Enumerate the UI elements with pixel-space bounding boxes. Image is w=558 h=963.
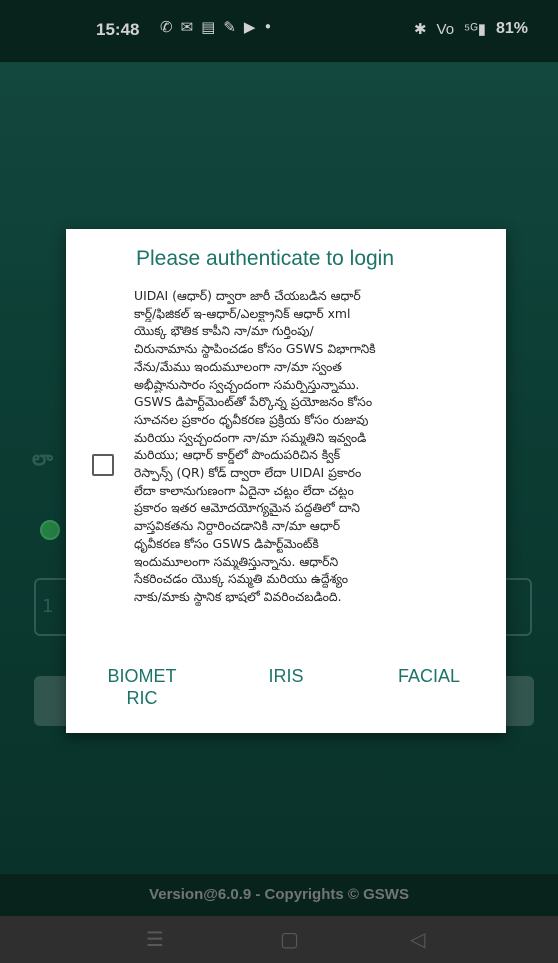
consent-checkbox[interactable] <box>92 454 114 476</box>
consent-line: సేకరించడం యొక్క సమ్మతి మరియు ఉద్దేశ్యం <box>134 571 349 587</box>
consent-line: లేదా కాలానుగుణంగా ఏదైనా చట్టం లేదా చట్టం <box>134 482 354 498</box>
consent-line: ఇందుమూలంగా సమ్మతిస్తున్నాను. ఆధార్‌ని <box>134 553 339 569</box>
biometric-button[interactable]: BIOMET RIC <box>102 665 182 709</box>
dialog-actions: BIOMET RIC IRIS FACIAL <box>66 659 506 719</box>
consent-line: అభీష్టానుసారం స్వచ్ఛందంగా సమర్పిస్తున్నా… <box>134 376 360 392</box>
consent-line: చిరునామాను స్థాపించడం కోసం GSWS విభాగాని… <box>134 341 376 357</box>
consent-line: రెస్పాన్స్ (QR) కోడ్ ద్వారా లేదా UIDAI ప… <box>134 465 362 481</box>
consent-line: UIDAI (ఆధార్) ద్వారా జారీ చేయబడిన ఆధార్ <box>134 288 361 303</box>
authentication-dialog: Please authenticate to login UIDAI (ఆధార… <box>66 229 506 733</box>
consent-line: మరియు స్వచ్ఛందంగా నా/మా సమ్మతిని ఇవ్వండి <box>134 429 367 445</box>
biometric-button-label-line1: BIOMET <box>107 666 177 686</box>
consent-line: GSWS డిపార్ట్‌మెంట్‌తో పేర్కొన్న ప్రయోజన… <box>134 394 373 410</box>
iris-button[interactable]: IRIS <box>256 665 316 687</box>
dialog-title: Please authenticate to login <box>136 247 395 270</box>
consent-line: నేను/మేము ఇందుమూలంగా నా/మా స్వంత <box>134 358 342 374</box>
consent-line: నాకు/మాకు స్థానిక భాషలో వివరించబడింది. <box>134 588 342 604</box>
consent-line: యొక్క భౌతిక కాపీని నా/మా గుర్తింపు/ <box>134 323 314 339</box>
consent-line: మరియు; ఆధార్ కార్డ్‌లో పొందుపరిచిన క్విక… <box>134 447 341 463</box>
consent-line: ప్రకారం ఇతర ఆమోదయోగ్యమైన పద్ధతిలో దాని <box>134 500 360 516</box>
facial-button[interactable]: FACIAL <box>384 665 474 687</box>
consent-line: సూచనల ప్రకారం ధృవీకరణ ప్రక్రియ కోసం రుజు… <box>134 411 369 427</box>
consent-text: UIDAI (ఆధార్) ద్వారా జారీ చేయబడిన ఆధార్ … <box>134 287 496 606</box>
consent-line: ధృవీకరణ కోసం GSWS డిపార్ట్‌మెంట్‌కి <box>134 535 319 551</box>
consent-line: వాస్తవికతను నిర్ధారించడానికి నా/మా ఆధార్ <box>134 518 341 534</box>
consent-line: కార్డ్/ఫిజికల్ ఇ-ఆధార్/ఎలక్ట్రానిక్ ఆధార… <box>134 305 351 321</box>
biometric-button-label-line2: RIC <box>126 688 158 708</box>
